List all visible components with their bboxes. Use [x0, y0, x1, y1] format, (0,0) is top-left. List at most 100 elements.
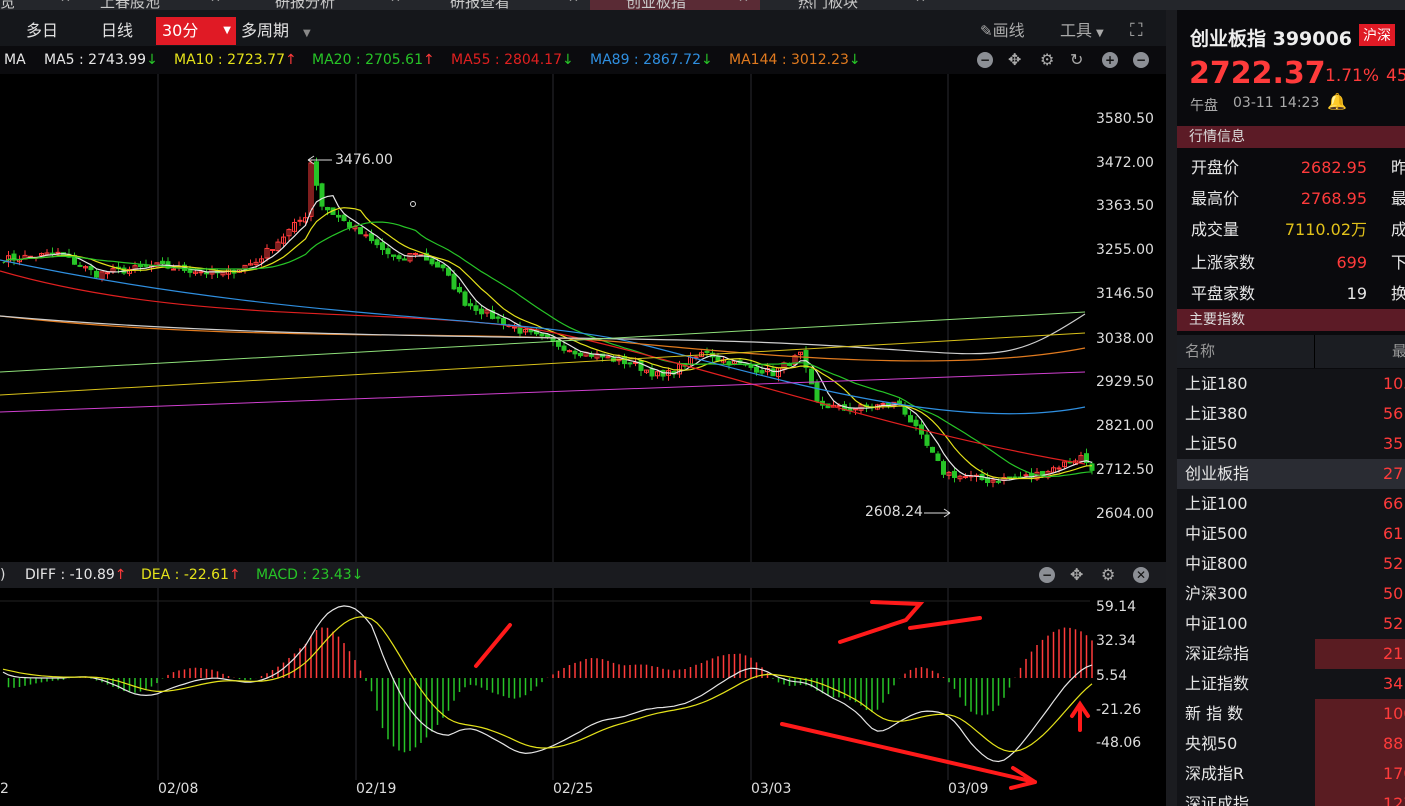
index-row[interactable]: 央视50 88: [1177, 729, 1405, 760]
candle-body: [770, 368, 776, 377]
index-row[interactable]: 新 指 数 100: [1177, 699, 1405, 730]
index-row[interactable]: 沪深300 50: [1177, 579, 1405, 610]
index-row[interactable]: 上证380 56: [1177, 399, 1405, 430]
bell-icon[interactable]: 🔔: [1327, 92, 1347, 111]
index-row[interactable]: 中证100 52: [1177, 609, 1405, 640]
ma-legend: MA MA5 : 2743.99↓ MA10 : 2723.77↑ MA20 :…: [0, 46, 1166, 74]
candle-body: [363, 234, 369, 237]
tab-close-icon[interactable]: ✕: [915, 0, 926, 6]
tab-research-view[interactable]: 研报查看: [450, 0, 510, 10]
period-30min-button[interactable]: 30分 ▼: [156, 17, 236, 45]
candle-body: [396, 255, 402, 260]
quote-row: 开盘价 2682.95 昨: [1177, 152, 1405, 183]
minus-circle-icon[interactable]: −: [1039, 567, 1055, 583]
change-percent: 1.71%: [1325, 66, 1380, 86]
move-icon[interactable]: ✥: [1070, 562, 1083, 588]
index-row[interactable]: 上证指数 34: [1177, 669, 1405, 700]
tab-close-icon[interactable]: ✕: [390, 0, 401, 6]
ma10-text: MA10 : 2723.77: [174, 52, 285, 68]
index-name: 创业板指: [1185, 464, 1250, 483]
quote-key2: 下: [1391, 253, 1405, 272]
ma10-arrow: ↑: [284, 52, 297, 68]
period-multi-day-button[interactable]: 多日: [26, 17, 58, 45]
candle-body: [803, 350, 809, 368]
index-row[interactable]: 中证500 61: [1177, 519, 1405, 550]
price-tick: 3255.00: [1096, 242, 1154, 258]
index-row[interactable]: 中证800 52: [1177, 549, 1405, 580]
quote-row: 成交量 7110.02万 成: [1177, 214, 1405, 245]
chevron-down-icon: ▼: [223, 25, 231, 36]
minus-circle-icon[interactable]: −: [1133, 52, 1149, 68]
col-latest-header[interactable]: 最: [1392, 335, 1405, 368]
price-tick: 3472.00: [1096, 155, 1154, 171]
candle-body: [160, 260, 165, 265]
minus-circle-icon[interactable]: −: [977, 52, 993, 68]
date-tick: 02/08: [158, 781, 199, 797]
quote-row: 平盘家数 19 换: [1177, 278, 1405, 309]
refresh-icon[interactable]: ↻: [1070, 46, 1083, 74]
index-row[interactable]: 创业板指 27: [1177, 459, 1405, 490]
tab-research-analysis[interactable]: 研报分析: [275, 0, 335, 10]
index-row[interactable]: 上证50 35: [1177, 429, 1405, 460]
index-name: 上证180: [1185, 374, 1248, 393]
index-name: 中证100: [1185, 614, 1248, 633]
index-value: 21: [1383, 644, 1404, 663]
multi-period-button[interactable]: 多周期 ▼: [241, 17, 311, 45]
price-chart[interactable]: [0, 74, 1166, 806]
period-daily-button[interactable]: 日线: [101, 17, 133, 45]
candle-body: [572, 350, 578, 355]
candle-body: [457, 286, 462, 293]
quote-key: 开盘价: [1191, 158, 1240, 177]
candle-body: [468, 303, 473, 307]
candle-body: [391, 254, 396, 257]
ma55-line: [0, 270, 1086, 465]
current-price: 2722.37: [1189, 56, 1326, 91]
candle-body: [77, 264, 83, 267]
tab-stock-pool[interactable]: 上春股池: [100, 0, 160, 10]
move-icon[interactable]: ✥: [1008, 46, 1021, 74]
tab-close-icon[interactable]: ✕: [210, 0, 221, 6]
tools-button[interactable]: 工具 ▼: [1060, 17, 1104, 45]
macd-text: MACD : 23.43: [256, 567, 352, 583]
candle-body: [638, 360, 644, 371]
indices-table-header: 名称 最: [1177, 335, 1405, 368]
index-row[interactable]: 深成指R 170: [1177, 759, 1405, 790]
candle-body: [941, 461, 946, 475]
fullscreen-icon[interactable]: ⛶: [1130, 17, 1143, 45]
col-name-header[interactable]: 名称: [1185, 335, 1215, 368]
tab-chinext[interactable]: 创业板指: [590, 0, 760, 10]
macd-arrow: ↓: [351, 567, 364, 583]
tab-close-icon[interactable]: ✕: [60, 0, 71, 6]
candle-body: [704, 350, 710, 353]
index-name: 中证500: [1185, 524, 1248, 543]
candle-body: [479, 308, 484, 315]
candle-body: [787, 363, 792, 366]
plus-circle-icon[interactable]: +: [1102, 52, 1118, 68]
candle-body: [402, 258, 407, 261]
gear-icon[interactable]: ⚙: [1101, 562, 1115, 588]
tab-close-icon[interactable]: ✕: [738, 0, 749, 6]
gear-icon[interactable]: ⚙: [1040, 46, 1054, 74]
tab-overview[interactable]: 览: [0, 0, 15, 10]
tools-label: 工具: [1060, 21, 1093, 40]
close-circle-icon[interactable]: ✕: [1133, 567, 1149, 583]
panel-divider[interactable]: [1166, 10, 1177, 806]
candle-body: [880, 402, 886, 405]
candle-body: [385, 248, 391, 255]
candle-body: [347, 221, 352, 228]
ma89-arrow: ↓: [700, 52, 713, 68]
tab-hot-sectors[interactable]: 热门板块: [798, 0, 858, 10]
index-row[interactable]: 上证180 105: [1177, 369, 1405, 400]
macd-tick: 32.34: [1096, 633, 1137, 649]
candle-body: [105, 272, 110, 275]
ma55-value: MA55 : 2804.17↓: [451, 46, 574, 74]
index-row[interactable]: 深证成指 127: [1177, 789, 1405, 806]
candle-body: [963, 476, 968, 479]
index-row[interactable]: 上证100 66: [1177, 489, 1405, 520]
macd-tick: 5.54: [1096, 668, 1128, 684]
index-row[interactable]: 深证综指 21: [1177, 639, 1405, 670]
high-annotation: 3476.00: [335, 152, 393, 168]
tab-close-icon[interactable]: ✕: [568, 0, 579, 6]
draw-line-button[interactable]: ✎画线: [980, 17, 1025, 45]
ma144-value: MA144 : 3012.23↓: [729, 46, 861, 74]
